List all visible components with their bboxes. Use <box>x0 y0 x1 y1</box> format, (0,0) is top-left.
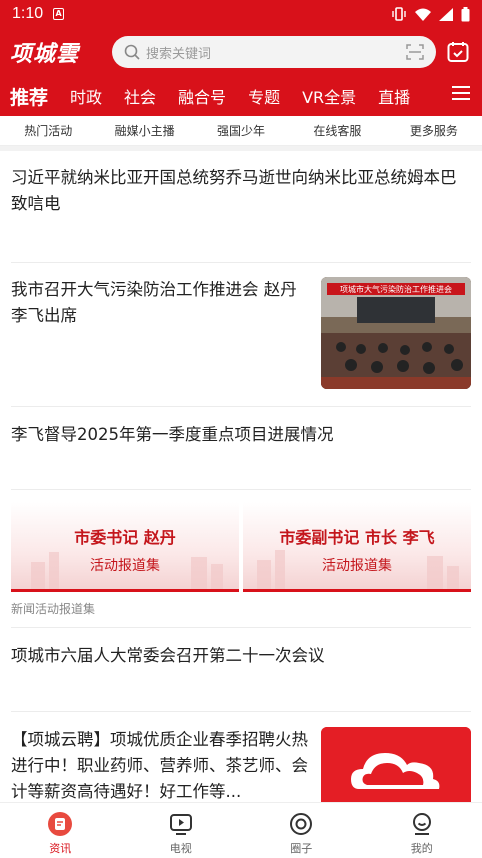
banner-mayor[interactable]: 市委副书记 市长 李飞 活动报道集 <box>243 502 471 592</box>
tab-circle[interactable]: 圈子 <box>241 803 362 858</box>
app-logo: 项城雲 <box>10 41 80 67</box>
news-item[interactable]: 李飞督导2025年第一季度重点项目进展情况 <box>11 422 471 448</box>
cloud-logo-image <box>321 727 471 807</box>
tab-tv[interactable]: 电视 <box>121 803 242 858</box>
tab-label: 我的 <box>410 842 433 855</box>
divider <box>11 711 471 712</box>
tab-mine[interactable]: 我的 <box>362 803 482 858</box>
divider <box>11 627 471 628</box>
banner-caption: 新闻活动报道集 <box>11 602 96 616</box>
photo-banner-text: 项城市大气污染防治工作推进会 <box>340 285 452 294</box>
tab-live[interactable]: 直播 <box>378 84 410 108</box>
scan-icon[interactable] <box>406 44 424 60</box>
tab-news[interactable]: 资讯 <box>0 803 121 858</box>
wifi-icon <box>415 8 431 21</box>
quick-link-service[interactable]: 在线客服 <box>289 122 385 139</box>
divider <box>11 262 471 263</box>
news-item[interactable]: 习近平就纳米比亚开国总统努乔马逝世向纳米比亚总统姆本巴致唁电 <box>11 165 471 217</box>
banner-title: 市委书记 赵丹 <box>74 528 176 547</box>
tab-vr[interactable]: VR全景 <box>302 84 356 108</box>
news-title: 习近平就纳米比亚开国总统努乔马逝世向纳米比亚总统姆本巴致唁电 <box>11 168 457 213</box>
calendar-icon <box>447 42 469 62</box>
profile-icon <box>412 813 431 835</box>
channel-tabs: 推荐 时政 社会 融合号 专题 VR全景 直播 <box>0 76 482 116</box>
notification-badge-icon: A <box>53 8 65 20</box>
quick-link-youth[interactable]: 强国少年 <box>193 122 289 139</box>
search-placeholder: 搜索关键词 <box>146 46 212 62</box>
status-icons <box>391 6 470 22</box>
news-item[interactable]: 我市召开大气污染防治工作推进会 赵丹 李飞出席 <box>11 277 307 329</box>
banner-subtitle: 活动报道集 <box>322 558 392 574</box>
section-divider <box>0 146 482 151</box>
tab-society[interactable]: 社会 <box>124 84 156 108</box>
tv-icon <box>169 814 192 835</box>
quick-link-anchor[interactable]: 融媒小主播 <box>96 122 192 139</box>
divider <box>11 406 471 407</box>
tab-label: 电视 <box>169 842 192 855</box>
channel-menu-icon[interactable] <box>452 86 470 104</box>
news-title: 【项城云聘】项城优质企业春季招聘火热进行中！职业药师、营养师、茶艺师、会计等薪资… <box>11 730 308 801</box>
status-time: 1:10 <box>12 5 44 22</box>
news-thumbnail[interactable] <box>321 727 471 807</box>
search-input[interactable]: 搜索关键词 <box>112 36 436 68</box>
bottom-tab-bar: 资讯 电视 圈子 我的 <box>0 802 482 858</box>
circle-icon <box>290 813 313 835</box>
news-title: 项城市六届人大常委会召开第二十一次会议 <box>11 646 325 665</box>
divider <box>11 489 471 490</box>
news-title: 李飞督导2025年第一季度重点项目进展情况 <box>11 425 334 444</box>
battery-icon <box>461 6 470 21</box>
news-thumbnail[interactable]: 项城市大气污染防治工作推进会 <box>321 277 471 389</box>
banner-title: 市委副书记 市长 李飞 <box>279 528 435 547</box>
banner-secretary[interactable]: 市委书记 赵丹 活动报道集 <box>11 502 239 592</box>
tab-politics[interactable]: 时政 <box>70 84 102 108</box>
signal-icon <box>439 7 453 21</box>
news-item[interactable]: 项城市六届人大常委会召开第二十一次会议 <box>11 643 471 669</box>
tab-label: 圈子 <box>290 842 313 855</box>
search-icon <box>124 44 140 60</box>
vibrate-icon <box>392 7 406 21</box>
quick-link-more[interactable]: 更多服务 <box>386 122 482 139</box>
news-icon <box>48 812 73 836</box>
calendar-button[interactable] <box>444 38 472 66</box>
status-bar: 1:10 A <box>0 0 482 28</box>
news-item[interactable]: 【项城云聘】项城优质企业春季招聘火热进行中！职业药师、营养师、茶艺师、会计等薪资… <box>11 727 309 805</box>
quick-link-hot[interactable]: 热门活动 <box>0 122 96 139</box>
tab-label: 资讯 <box>49 842 72 855</box>
tab-topics[interactable]: 专题 <box>248 84 280 108</box>
banner-subtitle: 活动报道集 <box>90 558 160 574</box>
tab-recommend[interactable]: 推荐 <box>10 83 48 110</box>
quick-links-bar: 热门活动 融媒小主播 强国少年 在线客服 更多服务 <box>0 116 482 146</box>
app-header: 项城雲 搜索关键词 <box>0 28 482 76</box>
tab-media[interactable]: 融合号 <box>178 84 226 108</box>
news-title: 我市召开大气污染防治工作推进会 赵丹 李飞出席 <box>11 280 297 325</box>
